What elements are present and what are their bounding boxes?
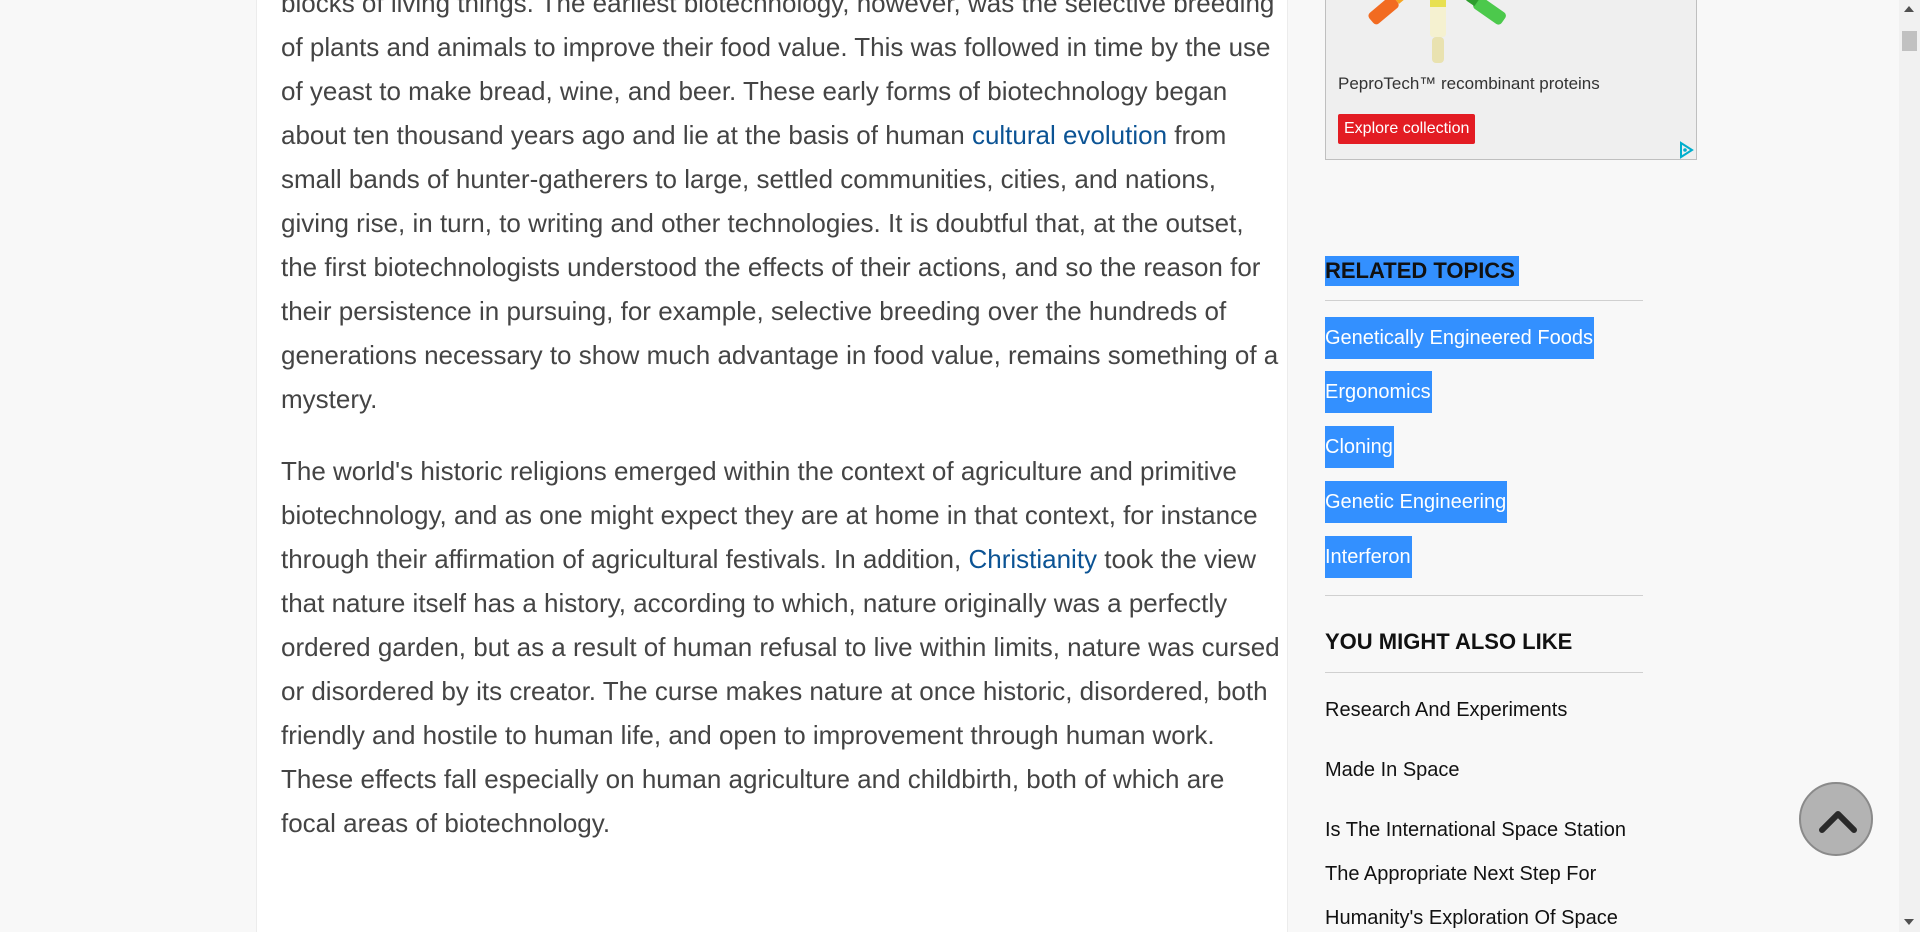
- chevron-up-icon: [1819, 811, 1857, 833]
- scroll-down-arrow-icon[interactable]: [1904, 919, 1914, 925]
- you-might-also-like-heading: YOU MIGHT ALSO LIKE: [1325, 629, 1573, 654]
- article-column: blocks of living things. The earliest bi…: [256, 0, 1288, 932]
- related-topic-genetic-engineering[interactable]: Genetic Engineering: [1325, 481, 1508, 523]
- article-body: blocks of living things. The earliest bi…: [281, 0, 1281, 873]
- adchoices-icon[interactable]: [1677, 141, 1695, 159]
- divider: [1325, 595, 1643, 596]
- also-like-item[interactable]: Is The International Space Station The A…: [1325, 808, 1655, 932]
- paragraph-text: took the view that nature itself has a h…: [281, 544, 1280, 838]
- scrollbar-thumb[interactable]: [1902, 31, 1917, 51]
- vertical-scrollbar[interactable]: [1899, 0, 1920, 932]
- also-like-item[interactable]: Research And Experiments: [1325, 688, 1655, 732]
- scroll-up-arrow-icon[interactable]: [1904, 6, 1914, 12]
- related-topic-cloning[interactable]: Cloning: [1325, 426, 1394, 468]
- related-topic-interferon[interactable]: Interferon: [1325, 536, 1412, 578]
- back-to-top-button[interactable]: [1799, 782, 1873, 856]
- divider: [1325, 300, 1643, 301]
- related-topic-ergonomics[interactable]: Ergonomics: [1325, 371, 1432, 413]
- divider: [1325, 672, 1643, 673]
- sidebar: PeproTech™ recombinant proteins Explore …: [1325, 0, 1705, 932]
- related-topics-heading: RELATED TOPICS: [1325, 256, 1519, 286]
- article-paragraph: blocks of living things. The earliest bi…: [281, 0, 1281, 421]
- advertisement[interactable]: PeproTech™ recombinant proteins Explore …: [1325, 0, 1697, 160]
- christianity-link[interactable]: Christianity: [968, 544, 1097, 574]
- cultural-evolution-link[interactable]: cultural evolution: [972, 120, 1167, 150]
- related-topic-genetically-engineered-foods[interactable]: Genetically Engineered Foods: [1325, 317, 1594, 359]
- explore-collection-button[interactable]: Explore collection: [1338, 114, 1476, 144]
- ad-caption[interactable]: PeproTech™ recombinant proteins: [1338, 74, 1600, 94]
- ad-product-image[interactable]: [1326, 0, 1697, 73]
- paragraph-text: from small bands of hunter-gatherers to …: [281, 120, 1279, 414]
- page: blocks of living things. The earliest bi…: [0, 0, 1920, 932]
- also-like-item[interactable]: Made In Space: [1325, 748, 1655, 792]
- article-paragraph: The world's historic religions emerged w…: [281, 449, 1281, 845]
